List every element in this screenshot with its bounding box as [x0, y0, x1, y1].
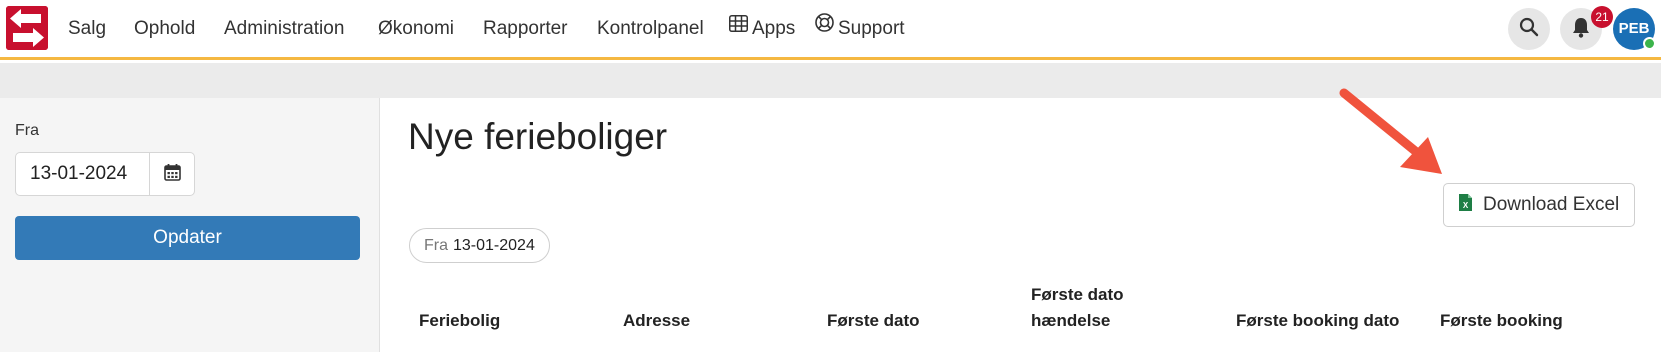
nav-support[interactable]: Support: [815, 0, 905, 57]
table-header-adresse[interactable]: Adresse: [623, 308, 690, 334]
filter-key: Fra: [424, 237, 448, 254]
excel-file-icon: X: [1458, 193, 1473, 218]
lifebuoy-icon: [815, 0, 834, 55]
calendar-button[interactable]: [149, 153, 194, 195]
download-excel-label: Download Excel: [1483, 194, 1620, 215]
nav-salg[interactable]: Salg: [68, 0, 106, 57]
calendar-icon: [163, 163, 181, 186]
from-date-input[interactable]: [16, 153, 149, 195]
nav-kontrolpanel[interactable]: Kontrolpanel: [597, 0, 704, 57]
nav-support-label: Support: [838, 18, 905, 39]
nav-apps[interactable]: Apps: [729, 0, 795, 57]
from-label: Fra: [15, 122, 39, 139]
search-button[interactable]: [1508, 8, 1550, 50]
table-header-forste-booking[interactable]: Første booking: [1440, 308, 1563, 334]
table-header-forste-dato[interactable]: Første dato: [827, 308, 920, 334]
table-header-forste-dato-haendelse[interactable]: Første dato hændelse: [1031, 282, 1151, 334]
filter-value: 13-01-2024: [453, 237, 535, 254]
download-excel-button[interactable]: X Download Excel: [1443, 183, 1635, 227]
nav-okonomi[interactable]: Økonomi: [378, 0, 454, 57]
svg-text:X: X: [1463, 201, 1469, 210]
nav-apps-label: Apps: [752, 18, 796, 39]
nav-ophold[interactable]: Ophold: [134, 0, 195, 57]
nav-administration[interactable]: Administration: [224, 0, 344, 57]
annotation-arrow-icon: [1339, 88, 1442, 174]
active-filter-pill[interactable]: Fra 13-01-2024: [409, 228, 550, 263]
app-logo[interactable]: [6, 6, 48, 50]
top-navbar: Salg Ophold Administration Økonomi Rappo…: [0, 0, 1661, 60]
nav-rapporter[interactable]: Rapporter: [483, 0, 568, 57]
grid-icon: [729, 0, 748, 55]
update-button[interactable]: Opdater: [15, 216, 360, 260]
table-header-feriebolig[interactable]: Feriebolig: [419, 308, 500, 334]
from-date-group: [15, 152, 195, 196]
search-icon: [1519, 17, 1539, 42]
online-status-dot: [1643, 37, 1656, 50]
page-title: Nye ferieboliger: [408, 116, 668, 157]
table-header-forste-booking-dato[interactable]: Første booking dato: [1236, 308, 1399, 334]
notification-badge: 21: [1591, 6, 1613, 28]
bell-icon: [1571, 16, 1591, 43]
